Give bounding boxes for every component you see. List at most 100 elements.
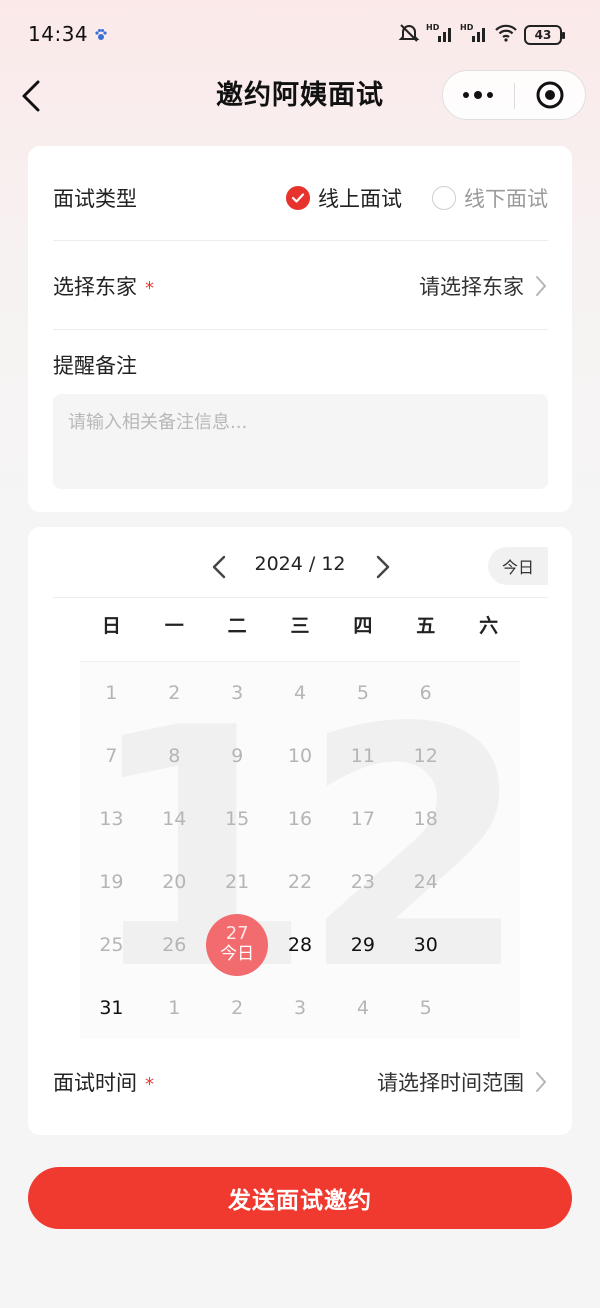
calendar-day-disabled[interactable]: 22 <box>269 850 332 913</box>
employer-row[interactable]: 选择东家 * 请选择东家 <box>53 242 548 330</box>
chevron-right-icon <box>536 276 547 296</box>
calendar-day-disabled[interactable]: 25 <box>80 913 143 976</box>
memo-input[interactable] <box>53 394 548 489</box>
calendar-day-disabled[interactable]: 14 <box>143 787 206 850</box>
status-bar: 14:34 HD HD 43 <box>0 0 600 70</box>
calendar-day-selected[interactable]: 27 今日 <box>206 913 269 976</box>
calendar-day-disabled[interactable]: 18 <box>394 787 457 850</box>
calendar-day-disabled[interactable]: 10 <box>269 724 332 787</box>
calendar-day-disabled[interactable]: 5 <box>331 661 394 724</box>
calendar-day-disabled[interactable]: 2 <box>206 976 269 1039</box>
employer-label: 选择东家 * <box>53 271 154 301</box>
target-circle-icon <box>536 81 564 109</box>
calendar-day-disabled[interactable]: 19 <box>80 850 143 913</box>
today-tag: 今日 <box>220 944 255 965</box>
month-label: 2024 / 12 <box>254 553 346 575</box>
time-range-selector[interactable]: 请选择时间范围 <box>377 1067 548 1097</box>
send-invitation-button[interactable]: 发送面试邀约 <box>28 1167 572 1229</box>
battery-icon: 43 <box>524 25 565 45</box>
calendar-day-disabled[interactable]: 7 <box>80 724 143 787</box>
radio-online-label: 线上面试 <box>318 187 402 211</box>
calendar-day-disabled[interactable]: 26 <box>143 913 206 976</box>
more-dots-icon <box>463 91 493 99</box>
svg-text:HD: HD <box>460 23 474 32</box>
calendar-day-disabled[interactable]: 11 <box>331 724 394 787</box>
calendar-grid: 12 1 2 3 4 5 6 7 8 9 10 11 12 13 14 15 16 17 18 19 20 21 22 23… <box>80 661 520 1039</box>
time-range-value: 请选择时间范围 <box>377 1071 524 1095</box>
employer-selector[interactable]: 请选择东家 <box>419 271 548 301</box>
interview-time-label-text: 面试时间 <box>53 1071 137 1095</box>
more-button[interactable] <box>443 71 513 119</box>
next-month-button[interactable] <box>368 549 398 585</box>
radio-checked-icon <box>286 186 310 210</box>
calendar-day-disabled[interactable]: 3 <box>269 976 332 1039</box>
calendar-day-disabled[interactable]: 24 <box>394 850 457 913</box>
calendar-day-disabled[interactable]: 1 <box>143 976 206 1039</box>
calendar-day[interactable]: 29 <box>331 913 394 976</box>
paw-icon <box>94 27 108 46</box>
interview-form-card: 面试类型 线上面试 线下面试 选择东家 * 请选择东家 提醒备注 <box>28 146 572 512</box>
calendar-day-disabled[interactable]: 1 <box>80 661 143 724</box>
required-mark: * <box>145 1074 154 1095</box>
calendar-day-disabled[interactable]: 17 <box>331 787 394 850</box>
calendar-day-disabled[interactable]: 21 <box>206 850 269 913</box>
interview-time-label: 面试时间 * <box>53 1067 154 1097</box>
chevron-right-icon <box>536 1072 547 1092</box>
calendar-day-disabled[interactable]: 20 <box>143 850 206 913</box>
employer-value: 请选择东家 <box>419 275 524 299</box>
status-time: 14:34 <box>28 22 89 46</box>
calendar-day-disabled[interactable]: 2 <box>143 661 206 724</box>
calendar-card: 2024 / 12 今日 日 一 二 三 四 五 六 12 1234567891… <box>28 527 572 1135</box>
status-icons: HD HD 43 <box>398 22 565 48</box>
chevron-left-icon <box>212 555 226 579</box>
weekday-label: 四 <box>353 615 373 637</box>
close-mini-program-button[interactable] <box>515 71 585 119</box>
weekday-label: 六 <box>479 615 499 637</box>
calendar-day-disabled[interactable]: 5 <box>394 976 457 1039</box>
mini-program-capsule <box>442 70 586 120</box>
interview-type-row: 面试类型 线上面试 线下面试 <box>53 154 548 242</box>
calendar-day-disabled[interactable]: 12 <box>394 724 457 787</box>
day-number: 27 <box>225 923 249 945</box>
calendar-day-disabled[interactable]: 15 <box>206 787 269 850</box>
calendar-day-disabled[interactable]: 16 <box>269 787 332 850</box>
calendar-day[interactable]: 30 <box>394 913 457 976</box>
calendar-day-disabled[interactable]: 6 <box>394 661 457 724</box>
divider <box>53 329 548 330</box>
calendar-day-disabled[interactable]: 4 <box>269 661 332 724</box>
calendar-day-disabled[interactable]: 23 <box>331 850 394 913</box>
calendar-day-disabled[interactable]: 4 <box>331 976 394 1039</box>
calendar-day[interactable]: 31 <box>80 976 143 1039</box>
radio-offline-label: 线下面试 <box>464 187 548 211</box>
interview-type-label: 面试类型 <box>53 187 137 211</box>
weekday-label: 三 <box>290 615 310 637</box>
selected-day-marker: 27 今日 <box>206 913 269 976</box>
mute-icon <box>398 22 420 48</box>
calendar-day[interactable]: 28 <box>269 913 332 976</box>
required-mark: * <box>145 278 154 299</box>
weekday-label: 日 <box>101 615 121 637</box>
wifi-icon <box>494 23 518 47</box>
today-button[interactable]: 今日 <box>488 547 548 585</box>
radio-unchecked-icon <box>432 186 456 210</box>
calendar-day-disabled[interactable]: 8 <box>143 724 206 787</box>
prev-month-button[interactable] <box>204 549 234 585</box>
weekday-label: 二 <box>227 615 247 637</box>
divider <box>53 597 548 598</box>
day-cells: 1 2 3 4 5 6 7 8 9 10 11 12 13 14 15 16 17 18 19 20 21 22 23 24 2… <box>80 661 520 1039</box>
calendar-day-disabled[interactable]: 13 <box>80 787 143 850</box>
interview-time-row[interactable]: 面试时间 * 请选择时间范围 <box>53 1057 548 1107</box>
employer-label-text: 选择东家 <box>53 275 137 299</box>
calendar-header: 2024 / 12 今日 <box>28 545 572 589</box>
divider <box>53 240 548 241</box>
interview-type-radio-group: 线上面试 线下面试 <box>286 183 548 213</box>
divider <box>80 661 520 662</box>
calendar-day-disabled[interactable]: 9 <box>206 724 269 787</box>
weekday-label: 一 <box>164 615 184 637</box>
signal-hd-icon: HD <box>426 22 454 48</box>
radio-online[interactable]: 线上面试 <box>286 183 402 213</box>
calendar-day-disabled[interactable]: 3 <box>206 661 269 724</box>
weekday-header: 日 一 二 三 四 五 六 <box>80 611 520 638</box>
signal-hd-icon-2: HD <box>460 22 488 48</box>
radio-offline[interactable]: 线下面试 <box>432 183 548 213</box>
